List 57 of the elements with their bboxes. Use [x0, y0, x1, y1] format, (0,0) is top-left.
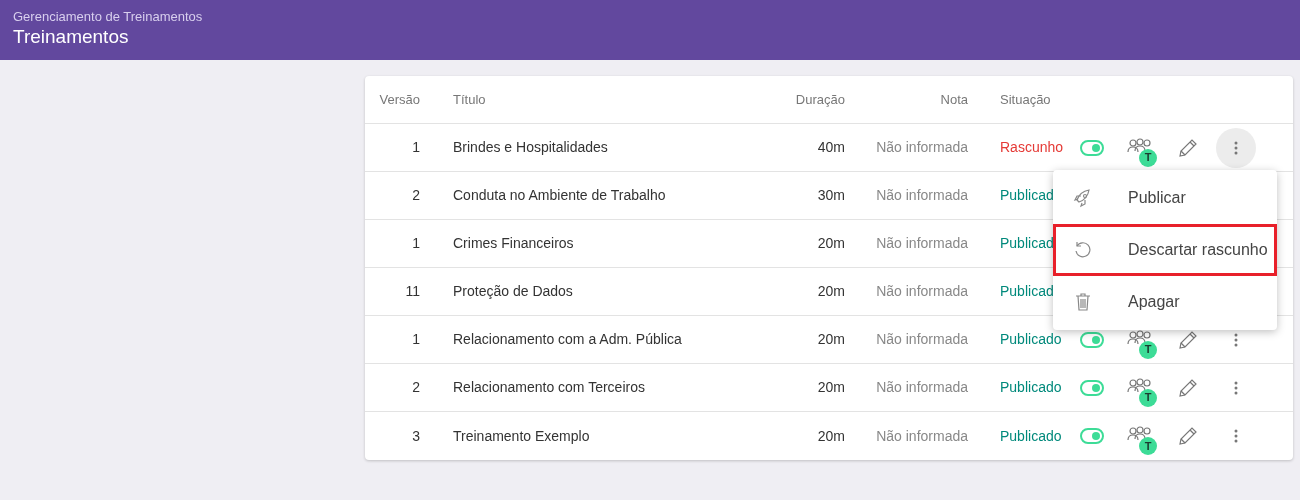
- table-cell-text: 2: [411, 378, 420, 397]
- table-cell-text: 1: [411, 138, 420, 157]
- table-cell-text: 1: [411, 330, 420, 349]
- table-cell-text: 40m: [816, 138, 845, 157]
- table-cell-text: 2: [411, 186, 420, 205]
- trash-icon: [1073, 292, 1093, 312]
- toggle-switch[interactable]: [1080, 379, 1104, 396]
- table-cell-text: 20m: [816, 282, 845, 301]
- status-text: Publicad: [1000, 235, 1054, 251]
- table-cell-text: Não informada: [875, 426, 968, 446]
- table-cell: Relacionamento com Terceiros: [453, 379, 645, 395]
- more-icon: [1234, 380, 1238, 395]
- menu-item[interactable]: Apagar: [1053, 276, 1277, 328]
- table-cell-text: 3: [411, 426, 420, 446]
- status-text: Publicad: [1000, 283, 1054, 299]
- page-title: Treinamentos: [13, 25, 130, 49]
- table-cell-text: 11: [404, 282, 420, 301]
- table-cell-text: 20m: [816, 234, 845, 253]
- status-text: Publicado: [1000, 331, 1062, 347]
- table-cell-text: 20m: [816, 330, 845, 349]
- table-cell-text: 20m: [816, 378, 845, 397]
- status-text: Publicado: [1000, 427, 1062, 444]
- table-cell: Crimes Financeiros: [453, 235, 574, 251]
- status-text: Rascunho: [1000, 139, 1064, 155]
- undo-icon: [1073, 240, 1093, 260]
- table-cell-text: Não informada: [875, 282, 968, 301]
- toggle-switch[interactable]: [1080, 139, 1104, 156]
- table-cell-text: 1: [411, 234, 420, 253]
- table-cell-text: Não informada: [875, 378, 968, 397]
- table-cell-text: Não informada: [875, 330, 968, 349]
- column-header: Versão: [378, 90, 420, 109]
- rocket-icon: [1073, 188, 1093, 208]
- table-cell-text: 30m: [816, 186, 845, 205]
- menu-item[interactable]: Publicar: [1053, 172, 1277, 224]
- table-cell: Conduta no Ambiente de Trabalho: [453, 187, 666, 203]
- more-icon: [1234, 140, 1238, 155]
- menu-item[interactable]: Descartar rascunho: [1053, 224, 1277, 276]
- column-header: Nota: [939, 90, 968, 109]
- more-button[interactable]: [1216, 127, 1256, 168]
- table-cell-text: Não informada: [875, 186, 968, 205]
- table-cell-text: Não informada: [875, 234, 968, 253]
- more-icon: [1234, 429, 1238, 443]
- column-header: Situação: [1000, 91, 1051, 107]
- column-header: Duração: [794, 90, 845, 109]
- column-header: Título: [453, 91, 486, 107]
- breadcrumb: Gerenciamento de Treinamentos: [13, 9, 204, 25]
- pencil-icon[interactable]: [1177, 425, 1199, 447]
- table-cell: Brindes e Hospitalidades: [453, 139, 608, 155]
- table-cell: Treinamento Exemplo: [453, 427, 590, 444]
- table-cell: Proteção de Dados: [453, 283, 573, 299]
- more-icon: [1234, 332, 1238, 347]
- table-cell-text: Não informada: [875, 138, 968, 157]
- status-text: Publicad: [1000, 187, 1054, 203]
- table-cell-text: 20m: [816, 426, 845, 446]
- status-text: Publicado: [1000, 379, 1062, 395]
- toggle-switch[interactable]: [1080, 428, 1104, 444]
- table-cell: Relacionamento com a Adm. Pública: [453, 331, 682, 347]
